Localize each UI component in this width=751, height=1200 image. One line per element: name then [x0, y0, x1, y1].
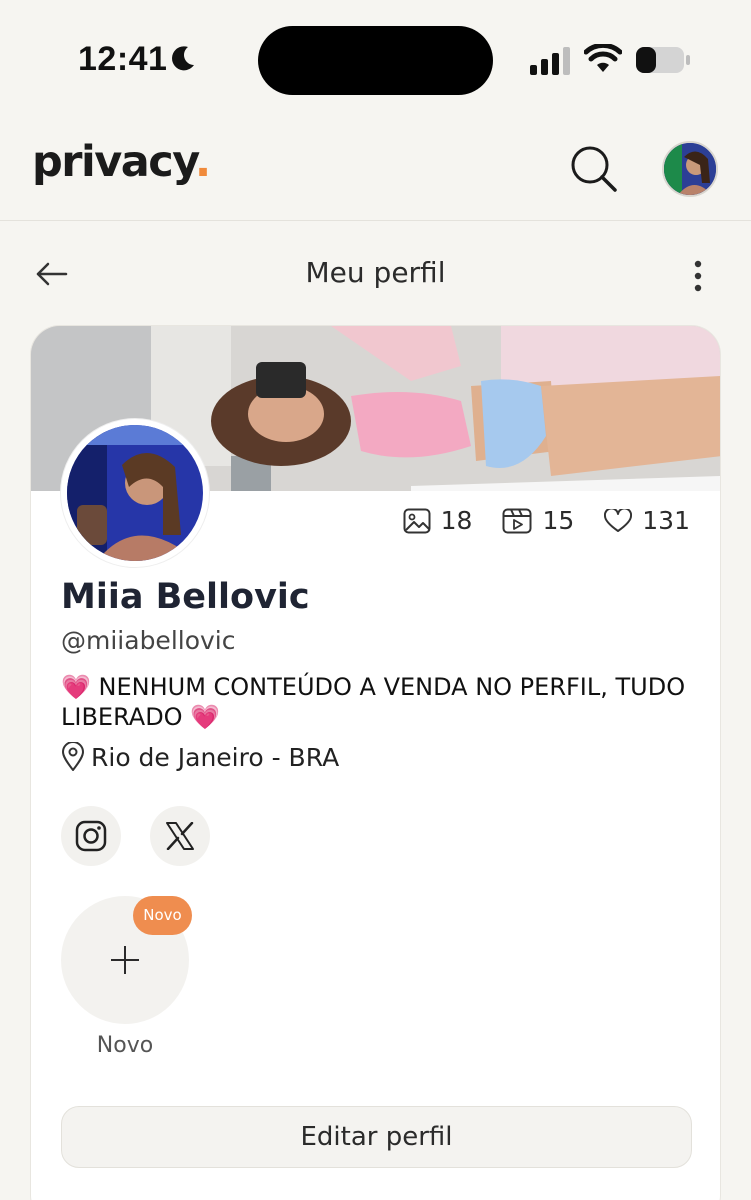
dynamic-island	[258, 26, 493, 95]
more-options-icon[interactable]	[686, 256, 710, 296]
app-header: privacy.	[0, 115, 751, 221]
battery-icon	[636, 47, 690, 73]
instagram-icon	[75, 820, 107, 852]
status-time: 12:41	[78, 40, 168, 78]
location-pin-icon	[62, 742, 84, 771]
stat-videos-count: 15	[542, 506, 575, 535]
stat-videos[interactable]: 15	[502, 506, 574, 535]
stat-likes-count: 131	[642, 506, 690, 535]
profile-stats: 18 15 131	[373, 506, 690, 535]
video-clapper-icon	[502, 508, 532, 533]
profile-subnav: Meu perfil	[0, 222, 751, 322]
moon-icon	[172, 46, 194, 71]
location-text: Rio de Janeiro - BRA	[91, 742, 340, 772]
profile-bio: 💗 NENHUM CONTEÚDO A VENDA NO PERFIL, TUD…	[61, 673, 686, 731]
stat-photos[interactable]: 18	[403, 506, 473, 535]
edit-profile-button[interactable]: Editar perfil	[61, 1106, 692, 1168]
logo-dot: .	[194, 137, 211, 187]
stat-photos-count: 18	[440, 506, 473, 535]
header-avatar[interactable]	[662, 141, 718, 197]
new-badge: Novo	[133, 896, 192, 935]
profile-card: 18 15 131 Miia Bellovic @miiabellovic 💗 …	[30, 325, 721, 1200]
new-story-label: Novo	[96, 1033, 154, 1058]
profile-avatar[interactable]	[61, 419, 209, 567]
stat-likes[interactable]: 131	[604, 506, 690, 535]
logo-text: privacy	[32, 137, 196, 187]
avatar-image	[664, 143, 716, 195]
profile-name: Miia Bellovic	[61, 577, 310, 617]
profile-avatar-image	[67, 425, 203, 561]
wifi-icon	[584, 44, 622, 72]
x-twitter-button[interactable]	[150, 806, 210, 866]
heart-icon	[604, 508, 633, 532]
instagram-button[interactable]	[61, 806, 121, 866]
profile-handle: @miiabellovic	[61, 626, 236, 655]
search-icon[interactable]	[568, 143, 620, 195]
plus-icon	[111, 946, 139, 974]
privacy-logo[interactable]: privacy.	[32, 137, 211, 187]
page-title: Meu perfil	[305, 256, 446, 289]
cellular-signal-icon	[530, 47, 570, 75]
status-bar: 12:41	[0, 0, 751, 115]
x-logo-icon	[166, 822, 194, 850]
profile-location: Rio de Janeiro - BRA	[61, 742, 339, 772]
image-icon	[403, 508, 431, 533]
